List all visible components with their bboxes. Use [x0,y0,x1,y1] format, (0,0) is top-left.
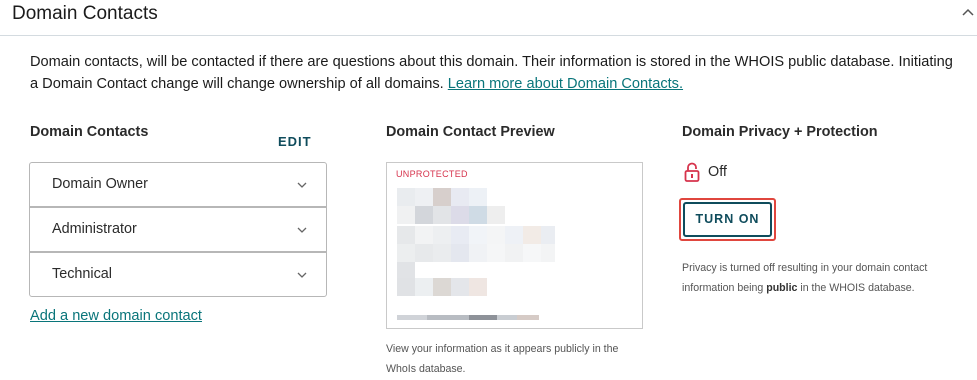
unprotected-label: UNPROTECTED [396,169,468,179]
preview-caption-line: View your information as it appears publ… [386,343,619,355]
edit-contacts-button[interactable]: EDIT [278,134,312,149]
chevron-down-icon [297,227,307,233]
accordion-technical[interactable]: Technical [29,252,327,297]
privacy-note-line: information being public in the WHOIS da… [682,278,927,298]
privacy-status: Off [708,164,727,180]
preview-caption-line: WhoIs database. [386,363,466,375]
privacy-note-emphasis: public [766,282,798,294]
accordion-domain-owner[interactable]: Domain Owner [29,162,327,207]
accordion-administrator[interactable]: Administrator [29,207,327,252]
contact-preview-card: UNPROTECTED [386,162,643,329]
chevron-up-icon[interactable] [960,6,976,18]
chevron-down-icon [297,272,307,278]
preview-caption: View your information as it appears publ… [386,339,618,379]
privacy-note-text: in the WHOIS database. [797,282,915,294]
learn-more-link[interactable]: Learn more about Domain Contacts. [448,76,683,92]
privacy-note-text: information being [682,282,767,294]
contacts-heading: Domain Contacts [30,124,149,140]
unlocked-padlock-icon [684,162,700,182]
turn-on-button[interactable]: TURN ON [683,202,772,237]
privacy-heading: Domain Privacy + Protection [682,124,878,140]
add-contact-link[interactable]: Add a new domain contact [30,308,202,324]
accordion-label: Domain Owner [52,176,148,192]
accordion-label: Technical [52,266,112,282]
privacy-note-line: Privacy is turned off resulting in your … [682,262,928,274]
section-description: Domain contacts, will be contacted if th… [30,51,960,95]
section-title: Domain Contacts [12,3,158,24]
section-divider [0,35,977,36]
preview-heading: Domain Contact Preview [386,124,555,140]
privacy-note: Privacy is turned off resulting in your … [682,258,927,298]
chevron-down-icon [297,182,307,188]
accordion-label: Administrator [52,221,137,237]
